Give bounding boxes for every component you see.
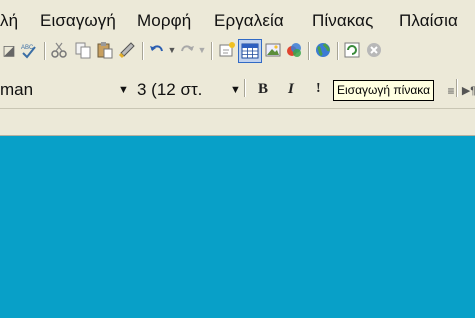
spellcheck-icon[interactable]: ABC — [20, 41, 38, 59]
toolbar-separator — [211, 42, 212, 60]
menu-item-tools[interactable]: Εργαλεία — [214, 11, 284, 31]
font-name-select[interactable]: man — [0, 80, 33, 100]
menu-item-insert[interactable]: Εισαγωγή — [40, 11, 116, 31]
ruler-strip — [0, 109, 475, 136]
insert-picture-icon[interactable] — [264, 41, 282, 59]
font-name-dropdown-icon[interactable]: ▼ — [118, 84, 129, 96]
underline-button[interactable]: ! — [316, 81, 321, 97]
font-size-select[interactable]: 3 (12 στ. — [137, 80, 202, 100]
toolbar-separator — [308, 42, 309, 60]
format-painter-icon[interactable] — [118, 41, 136, 59]
menu-item-table[interactable]: Πίνακας — [312, 11, 373, 31]
redo-dropdown-icon[interactable]: ▼ — [193, 41, 211, 59]
toolbar-separator — [44, 42, 45, 60]
menu-item-frames[interactable]: Πλαίσια — [399, 11, 458, 31]
menu-item-format[interactable]: Μορφή — [137, 11, 191, 31]
align-justify-icon[interactable]: ≡ — [442, 82, 460, 100]
insert-hyperlink-icon[interactable] — [218, 41, 236, 59]
tooltip: Εισαγωγή πίνακα — [333, 80, 435, 101]
bold-button[interactable]: B — [258, 81, 268, 98]
paste-icon[interactable] — [96, 41, 114, 59]
toolbar-separator — [142, 42, 143, 60]
document-canvas[interactable] — [0, 136, 475, 318]
menu-item-edit[interactable]: λή — [0, 11, 18, 31]
insert-object-icon[interactable] — [285, 41, 303, 59]
menu-bar: λή Εισαγωγή Μορφή Εργαλεία Πίνακας Πλαίσ… — [0, 0, 475, 36]
insert-table-icon[interactable] — [238, 39, 262, 63]
globe-icon[interactable] — [314, 41, 332, 59]
toolbar-separator — [337, 42, 338, 60]
stop-icon[interactable] — [365, 41, 383, 59]
toolbar-separator — [456, 79, 457, 97]
text-direction-icon[interactable]: ▶¶ — [460, 82, 475, 100]
font-size-dropdown-icon[interactable]: ▼ — [230, 84, 241, 96]
refresh-icon[interactable] — [343, 41, 361, 59]
cut-icon[interactable] — [50, 41, 68, 59]
print-preview-icon[interactable]: ◪ — [0, 41, 18, 59]
toolbar-separator — [244, 79, 245, 97]
italic-button[interactable]: I — [288, 81, 294, 98]
copy-icon[interactable] — [74, 41, 92, 59]
